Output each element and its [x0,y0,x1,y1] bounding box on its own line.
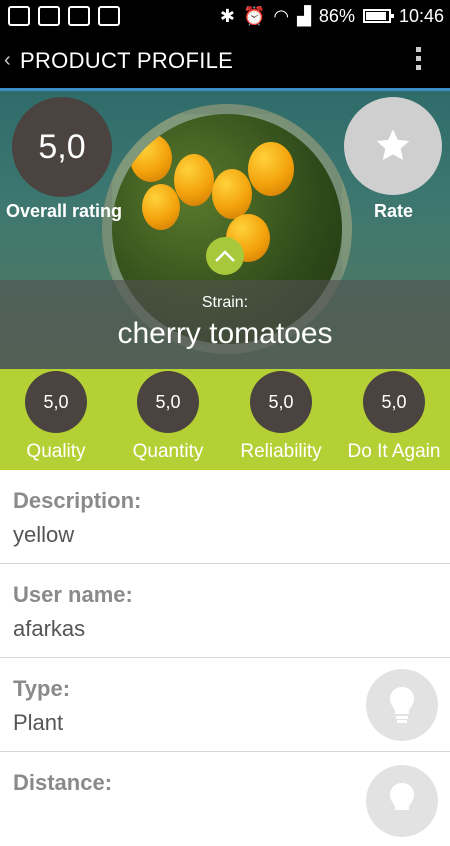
clock: 10:46 [398,5,444,26]
detail-user-name: User name: afarkas [0,564,450,658]
detail-label: Distance: [13,770,113,795]
action-bar: ‹ PRODUCT PROFILE [0,33,450,91]
rating-value: 5,0 [363,371,425,433]
detail-description: Description: yellow [0,470,450,564]
signal-icon: ▟ [297,6,311,26]
strain-name: cherry tomatoes [117,317,333,350]
detail-label: Description: [13,488,142,513]
detail-value: Plant [13,710,64,735]
detail-value: afarkas [13,616,86,641]
overall-rating-badge: 5,0 [12,97,112,197]
chevron-up-icon [215,250,235,262]
back-chevron-icon[interactable]: ‹ [4,49,11,72]
system-icons: ✱ ⏰ ◠ ▟ 86% 10:46 [220,4,444,28]
battery-percent: 86% [318,5,355,26]
rating-quality: 5,0 Quality [0,369,112,463]
notification-icons [8,6,120,26]
rate-label: Rate [374,201,414,221]
wifi-icon: ◠ [273,6,290,26]
detail-type: Type: Plant [0,658,450,752]
ratings-row: 5,0 Quality 5,0 Quantity 5,0 Reliability… [0,369,450,470]
camera-icon [38,6,60,26]
star-icon [376,129,410,160]
status-bar: ✱ ⏰ ◠ ▟ 86% 10:46 [0,0,450,33]
alarm-icon: ⏰ [242,6,266,26]
expand-button[interactable] [206,237,244,275]
rating-label: Quantity [132,441,204,462]
bluetooth-icon: ✱ [219,6,235,26]
rating-reliability: 5,0 Reliability [225,369,337,463]
overall-rating-label: Overall rating [6,201,123,221]
rating-value: 5,0 [250,371,312,433]
detail-value: yellow [13,522,75,547]
strain-label: Strain: [201,294,249,311]
rate-button[interactable] [344,97,442,195]
lightbulb-icon [366,669,438,741]
rating-label: Quality [26,441,86,462]
image-icon [68,6,90,26]
detail-label: Type: [13,676,71,701]
overflow-menu-icon[interactable] [416,47,422,74]
download-icon [98,6,120,26]
product-hero: 5,0 Overall rating Rate Strain: cherry t… [0,91,450,369]
rating-do-it-again: 5,0 Do It Again [338,369,450,463]
rating-quantity: 5,0 Quantity [112,369,224,463]
page-title[interactable]: PRODUCT PROFILE [20,48,233,74]
lightbulb-icon [366,765,438,837]
rating-label: Reliability [240,441,322,462]
detail-label: User name: [13,582,133,607]
battery-icon [362,9,394,23]
notification-icon [8,6,30,26]
rating-value: 5,0 [25,371,87,433]
detail-distance: Distance: [0,752,450,846]
rating-value: 5,0 [137,371,199,433]
rating-label: Do It Again [347,441,441,462]
